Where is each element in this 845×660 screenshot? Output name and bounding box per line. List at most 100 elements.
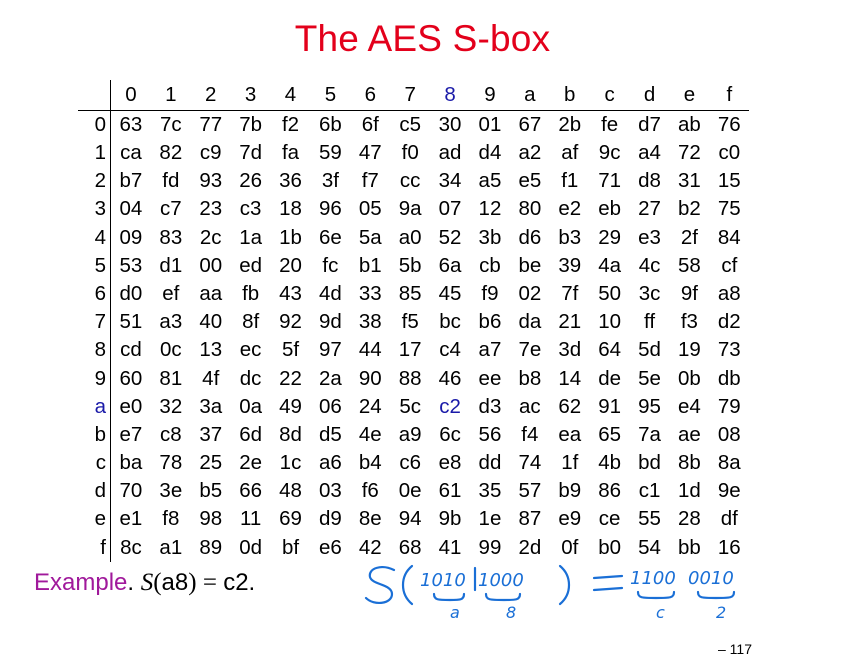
row-header-1: 1 [78, 139, 111, 168]
row-header-d: d [78, 477, 111, 506]
sbox-cell: db [717, 366, 741, 390]
row-header-a: a [78, 392, 111, 422]
sbox-cell: d7 [638, 112, 661, 136]
sbox-cell: 3b [478, 225, 502, 249]
sbox-cell: c8 [160, 422, 182, 446]
hand-label-c: c [656, 603, 665, 622]
sbox-cell: 41 [438, 535, 462, 559]
sbox-cell: 6e [318, 225, 342, 249]
sbox-cell: 86 [598, 479, 622, 503]
sbox-cell: 6c [439, 422, 461, 446]
sbox-cell: 03 [318, 479, 342, 503]
sbox-cell: de [598, 366, 622, 390]
sbox-cell: a2 [518, 141, 542, 165]
sbox-cell: 8d [279, 422, 302, 446]
sbox-cell: a9 [398, 422, 422, 446]
sbox-cell: 28 [678, 507, 701, 531]
sbox-cell: ee [478, 366, 502, 390]
column-header-row: 0123456789abcdef [78, 80, 750, 111]
sbox-cell: 9f [680, 281, 698, 305]
row-header-8: 8 [78, 336, 111, 365]
sbox-cell: 68 [398, 535, 422, 559]
sbox-cell: c6 [399, 451, 421, 475]
sbox-cell: 52 [438, 225, 462, 249]
sbox-cell: fa [281, 141, 300, 165]
sbox-cell: 9d [318, 310, 342, 334]
sbox-cell: e4 [678, 394, 701, 418]
sbox-cell: d9 [318, 507, 342, 531]
sbox-cell: 93 [199, 169, 223, 193]
sbox-cell: c3 [239, 197, 262, 221]
handwritten-s [364, 566, 396, 604]
sbox-cell: 06 [318, 394, 342, 418]
sbox-cell: 75 [717, 197, 741, 221]
sbox-cell: d4 [478, 141, 502, 165]
sbox-cell: 5e [638, 366, 661, 390]
sbox-cell: ab [678, 112, 701, 136]
handwritten-annotation: 1010 1000 1100 0010 a 8 c 2 [364, 564, 736, 622]
slide-title: The AES S-box [294, 18, 551, 59]
sbox-cell: 57 [518, 479, 542, 503]
sbox-cell: e6 [318, 535, 342, 559]
sbox-cell: 4f [202, 366, 220, 390]
sbox-cell: c5 [399, 112, 421, 136]
table-row: 9 60 81 4f dc 22 2a 90 88 46 ee b8 14 de 5e 0b db [78, 364, 749, 393]
sbox-cell: f4 [521, 422, 539, 446]
table-row: 3 04 c7 23 c3 18 96 05 9a 07 12 80 e2 eb 27 b2 75 [78, 195, 749, 224]
sbox-cell: f0 [401, 141, 419, 165]
sbox-cell: 0f [561, 535, 579, 559]
brace-1010 [432, 592, 466, 602]
hand-bits-1010: 1010 [420, 570, 466, 591]
hand-bits-1000: 1000 [478, 570, 524, 591]
hand-bits-0010: 0010 [688, 568, 734, 589]
sbox-cell: f5 [401, 310, 419, 334]
sbox-cell: 87 [518, 507, 542, 531]
sbox-cell: 31 [678, 169, 701, 193]
column-header-5: 5 [310, 80, 351, 111]
sbox-cell: 5b [398, 253, 422, 277]
sbox-cell: 1b [279, 225, 302, 249]
sbox-cell: bd [638, 451, 661, 475]
handwritten-left-paren [401, 564, 414, 606]
example-end-period: . [248, 569, 256, 596]
sbox-cell: a6 [318, 451, 342, 475]
sbox-cell: 21 [558, 310, 582, 334]
table-row: 8 cd 0c 13 ec 5f 97 44 17 c4 a7 7e 3d 64 5d 19 73 [78, 336, 749, 365]
sbox-cell: 88 [398, 366, 422, 390]
sbox-cell: 84 [717, 225, 741, 249]
sbox-cell: 44 [358, 338, 382, 362]
sbox-cell: 9a [398, 197, 422, 221]
sbox-cell: 45 [438, 281, 462, 305]
sbox-cell: b8 [518, 366, 542, 390]
sbox-cell: 1f [561, 451, 579, 475]
sbox-cell: 19 [678, 338, 701, 362]
sbox-cell: 6a [438, 253, 462, 277]
sbox-cell: 22 [279, 366, 302, 390]
sbox-cell: ef [162, 281, 180, 305]
sbox-cell: 0e [398, 479, 422, 503]
sbox-cell: 97 [318, 338, 342, 362]
table-row: d 70 3e b5 66 48 03 f6 0e 61 35 57 b9 86 c1 1d 9e [78, 477, 749, 506]
sbox-cell: 0c [160, 338, 182, 362]
column-header-7: 7 [390, 80, 431, 111]
hand-label-2: 2 [716, 603, 726, 622]
sbox-cell: 50 [598, 281, 622, 305]
sbox-cell: ac [519, 394, 541, 418]
sbox-cell: 30 [438, 112, 462, 136]
sbox-cell: 77 [199, 112, 223, 136]
sbox-cell: b9 [558, 479, 582, 503]
sbox-cell: cd [120, 338, 142, 362]
sbox-cell: 02 [518, 281, 542, 305]
sbox-cell: 62 [558, 394, 582, 418]
sbox-cell: a1 [159, 535, 183, 559]
sbox-cell: 79 [717, 394, 741, 418]
sbox-cell: 7f [561, 281, 579, 305]
hand-label-a: a [450, 603, 460, 622]
sbox-cell: 9e [717, 479, 741, 503]
sbox-cell: 17 [398, 338, 422, 362]
column-header-8: 8 [430, 80, 471, 111]
sbox-cell: b1 [358, 253, 382, 277]
row-header-e: e [78, 505, 111, 534]
column-header-d: d [629, 80, 670, 111]
sbox-cell: 6f [361, 112, 379, 136]
